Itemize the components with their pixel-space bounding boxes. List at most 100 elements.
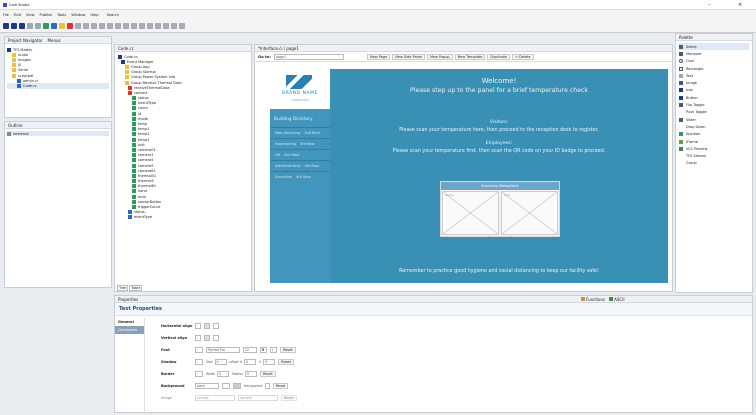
tab-project-navigator[interactable]: Project Navigator — [8, 38, 43, 43]
palette-item-text[interactable]: Text — [679, 72, 749, 79]
tree-item[interactable]: eventType — [118, 215, 249, 220]
directory-item[interactable]: Manufacturing 2nd floor — [270, 127, 330, 138]
new-side-panel-button[interactable]: New Side Panel — [392, 53, 426, 60]
reset-button[interactable]: Reset — [278, 359, 294, 365]
undo-icon[interactable] — [27, 23, 33, 29]
palette-item-drop-down[interactable]: Drop Down — [679, 123, 749, 130]
ungroup-icon[interactable] — [139, 23, 145, 29]
align-left-icon[interactable] — [99, 23, 105, 29]
reset-button[interactable]: Reset — [280, 347, 296, 353]
cut-icon[interactable] — [75, 23, 81, 29]
tree-item[interactable]: Interface — [7, 131, 109, 137]
image-select[interactable]: sample — [195, 395, 235, 401]
border-radius-stepper[interactable]: 0 — [244, 371, 257, 377]
lock-icon[interactable] — [179, 23, 185, 29]
background-color-swatch[interactable] — [222, 383, 230, 389]
tab-tree[interactable]: Tree — [117, 285, 129, 291]
directory-item[interactable]: Executive 4th floor — [270, 171, 330, 182]
screen-canvas[interactable]: BRAND NAME CAREGIVING Building Directory… — [270, 69, 668, 283]
save-all-icon[interactable] — [19, 23, 25, 29]
publish-icon[interactable] — [51, 23, 57, 29]
tab-interface-page1[interactable]: *Interface.ci / page1 — [258, 46, 299, 51]
palette-item-spinbox[interactable]: Spinbox — [679, 131, 749, 138]
new-icon[interactable] — [3, 23, 9, 29]
reset-button[interactable]: Reset — [272, 383, 289, 389]
background-gradient-swatch[interactable] — [233, 383, 241, 389]
image-hover-select[interactable]: sample — [238, 395, 278, 401]
distribute-icon[interactable] — [123, 23, 129, 29]
tab-ascii[interactable]: ASCII — [614, 297, 624, 302]
menu-file[interactable]: File — [3, 13, 9, 17]
menu-edit[interactable]: Edit — [14, 13, 21, 17]
tab-table[interactable]: Table — [129, 285, 143, 291]
side-tab-commands[interactable]: Commands — [115, 326, 144, 334]
tree-item[interactable]: Code.cc — [7, 83, 109, 89]
font-color-swatch[interactable] — [195, 347, 203, 353]
align-center-icon[interactable] — [204, 323, 210, 329]
close-button[interactable]: × — [738, 2, 742, 8]
align-top-icon[interactable] — [195, 335, 201, 341]
palette-item-slider[interactable]: Slider — [679, 116, 749, 123]
palette-item-flip-toggle[interactable]: Flip Toggle — [679, 101, 749, 108]
palette-item-group[interactable]: Group — [679, 160, 749, 167]
goto-select[interactable]: page1 — [274, 53, 344, 60]
directory-item[interactable]: Engineering 3rd floor — [270, 138, 330, 149]
align-bottom-icon[interactable] — [213, 335, 219, 341]
stop-icon[interactable] — [67, 23, 73, 29]
menu-search[interactable]: Search — [107, 13, 119, 17]
align-right-icon[interactable] — [213, 323, 219, 329]
palette-item-iframe[interactable]: iFrame — [679, 138, 749, 145]
align-center-icon[interactable] — [107, 23, 113, 29]
palette-item-push-toggle[interactable]: Push Toggle — [679, 109, 749, 116]
italic-button[interactable]: I — [270, 347, 277, 353]
tab-palette[interactable]: Palette — [679, 35, 693, 40]
palette-item-select[interactable]: Select — [679, 43, 749, 51]
border-color-swatch[interactable] — [195, 371, 203, 377]
transparent-checkbox[interactable] — [264, 383, 270, 389]
new-page-button[interactable]: New Page — [367, 53, 391, 60]
menu-window[interactable]: Window — [71, 13, 85, 17]
tab-outline[interactable]: Outline — [8, 123, 22, 128]
shadow-offset-v-stepper[interactable]: 0 — [263, 359, 276, 365]
tab-properties[interactable]: Properties — [118, 297, 138, 302]
menu-publish[interactable]: Publish — [40, 13, 53, 17]
tab-functions[interactable]: Functions — [586, 297, 605, 302]
bring-front-icon[interactable] — [147, 23, 153, 29]
side-tab-general[interactable]: General — [115, 318, 144, 326]
new-template-button[interactable]: New Template — [454, 53, 486, 60]
folder-icon[interactable] — [59, 23, 65, 29]
palette-item-oval[interactable]: Oval — [679, 58, 749, 65]
directory-item[interactable]: HR 2nd floor — [270, 149, 330, 160]
palette-item-vls-preview[interactable]: VLS Preview — [679, 145, 749, 152]
scanning-widget[interactable]: Scanning Status/Unit Status Unit — [440, 181, 560, 237]
group-icon[interactable] — [131, 23, 137, 29]
new-popup-button[interactable]: New Popup — [427, 53, 453, 60]
menu-view[interactable]: View — [26, 13, 35, 17]
run-icon[interactable] — [43, 23, 49, 29]
grid-icon[interactable] — [163, 23, 169, 29]
border-width-stepper[interactable]: 0 — [217, 371, 230, 377]
shadow-offset-h-stepper[interactable]: 0 — [243, 359, 256, 365]
save-icon[interactable] — [11, 23, 17, 29]
tab-code[interactable]: Code.cc — [118, 46, 134, 51]
reset-button[interactable]: Reset — [259, 371, 276, 377]
menu-help[interactable]: Help — [90, 13, 98, 17]
zoom-icon[interactable] — [171, 23, 177, 29]
palette-item-marquee[interactable]: Marquee — [679, 50, 749, 57]
align-middle-icon[interactable] — [204, 335, 210, 341]
shadow-size-stepper[interactable]: 0 — [214, 359, 227, 365]
tab-menus[interactable]: Menus — [48, 38, 61, 43]
menu-tools[interactable]: Tools — [57, 13, 66, 17]
palette-item-image[interactable]: Image — [679, 79, 749, 86]
paste-icon[interactable] — [91, 23, 97, 29]
duplicate-button[interactable]: Duplicate — [487, 53, 511, 60]
palette-item-icon[interactable]: Icon — [679, 87, 749, 94]
font-size-select[interactable]: 12 — [243, 347, 257, 353]
copy-icon[interactable] — [83, 23, 89, 29]
background-type-select[interactable]: plain — [195, 383, 219, 389]
align-left-icon[interactable] — [195, 323, 201, 329]
palette-item-rectangle[interactable]: Rectangle — [679, 65, 749, 72]
redo-icon[interactable] — [35, 23, 41, 29]
bold-button[interactable]: B — [260, 347, 267, 353]
delete-button[interactable]: ✕ Delete — [512, 53, 534, 60]
